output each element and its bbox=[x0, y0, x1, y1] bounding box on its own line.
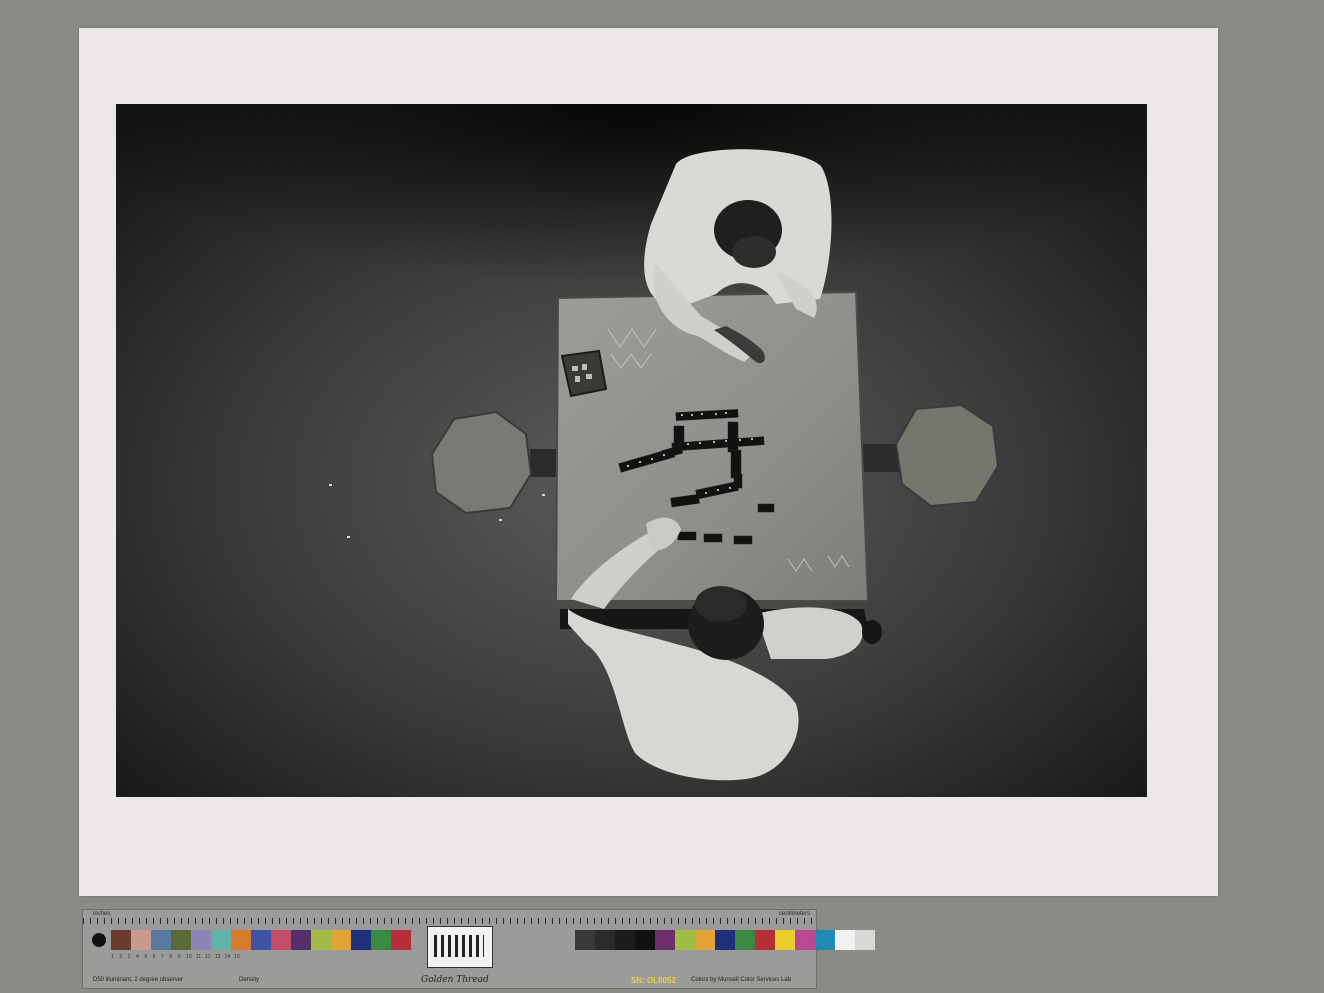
photo-scene bbox=[116, 104, 1147, 797]
color-swatch bbox=[755, 930, 775, 950]
color-swatch bbox=[131, 930, 151, 950]
gray-swatches bbox=[575, 930, 875, 950]
color-swatch bbox=[695, 930, 715, 950]
ruler-label-inches: inches bbox=[93, 911, 111, 917]
color-swatch bbox=[251, 930, 271, 950]
color-swatch bbox=[635, 930, 655, 950]
color-swatch bbox=[331, 930, 351, 950]
color-swatch bbox=[595, 930, 615, 950]
resolution-target bbox=[427, 926, 493, 968]
color-swatches bbox=[111, 930, 411, 950]
credit-label: Colors by Munsell Color Services Lab bbox=[691, 977, 792, 983]
serial-number: SN: OL0052 bbox=[631, 976, 676, 985]
brand-label: Golden Thread bbox=[421, 975, 489, 985]
color-swatch bbox=[795, 930, 815, 950]
color-swatch bbox=[655, 930, 675, 950]
color-swatch bbox=[351, 930, 371, 950]
color-target-card: inches centimeters 1 2 3 4 5 6 7 8 9 10 … bbox=[82, 909, 875, 989]
color-swatch bbox=[231, 930, 251, 950]
color-swatch bbox=[391, 930, 411, 950]
color-swatch bbox=[815, 930, 835, 950]
registration-dot-icon bbox=[92, 933, 106, 947]
right-stool bbox=[894, 403, 1000, 508]
color-swatch bbox=[291, 930, 311, 950]
color-swatch bbox=[191, 930, 211, 950]
ashtray bbox=[560, 349, 608, 398]
color-swatch bbox=[575, 930, 595, 950]
color-swatch bbox=[855, 930, 875, 950]
color-swatch bbox=[111, 930, 131, 950]
color-swatch bbox=[775, 930, 795, 950]
color-swatch bbox=[715, 930, 735, 950]
color-swatch bbox=[311, 930, 331, 950]
color-swatch bbox=[271, 930, 291, 950]
color-swatch bbox=[371, 930, 391, 950]
color-swatch bbox=[151, 930, 171, 950]
density-label: Density bbox=[239, 977, 260, 983]
color-swatch bbox=[615, 930, 635, 950]
color-swatch bbox=[735, 930, 755, 950]
ruler-label-centimeters: centimeters bbox=[778, 911, 810, 917]
color-swatch bbox=[835, 930, 855, 950]
illuminant-label: D50 illuminant, 2 degree observer bbox=[93, 977, 184, 983]
photograph bbox=[116, 104, 1147, 797]
color-swatch bbox=[211, 930, 231, 950]
color-swatch bbox=[675, 930, 695, 950]
color-swatch bbox=[171, 930, 191, 950]
ruler-scale bbox=[83, 910, 816, 924]
swatch-values: 1 2 3 4 5 6 7 8 9 10 11 12 13 14 15 bbox=[111, 954, 240, 960]
